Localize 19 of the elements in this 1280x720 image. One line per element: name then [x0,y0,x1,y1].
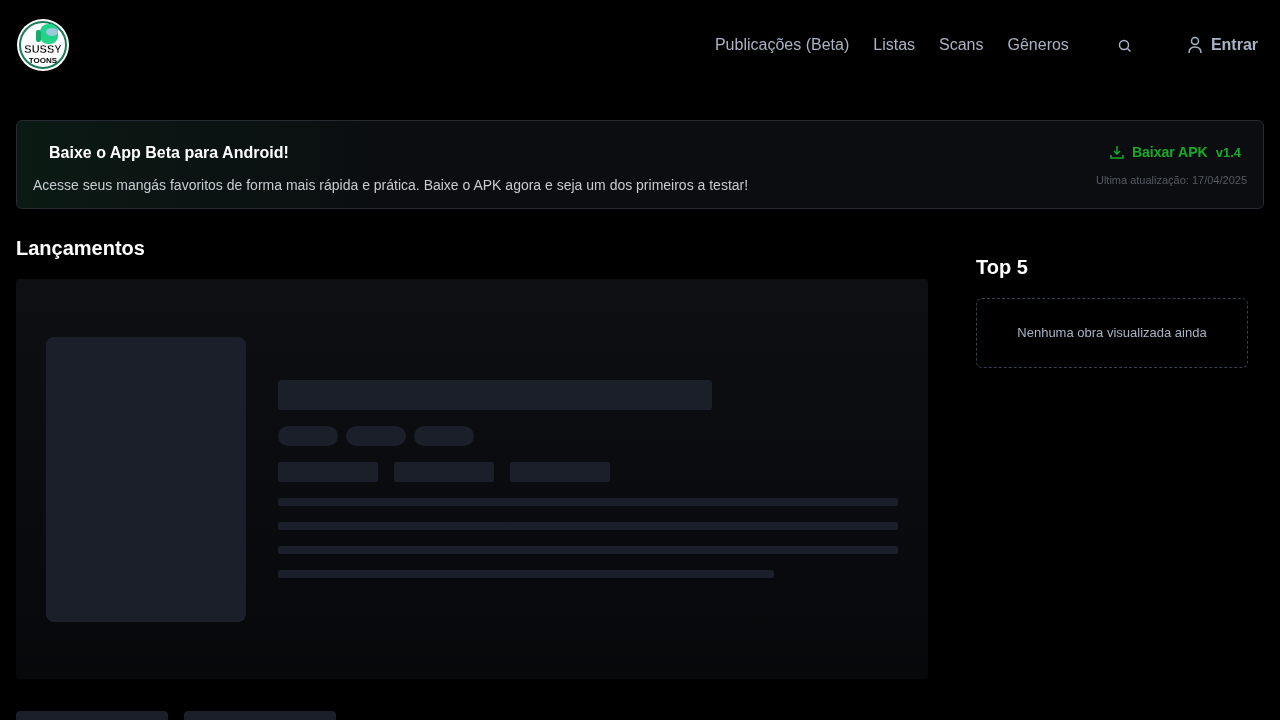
download-button[interactable]: Baixar APK v1.4 [1103,140,1247,164]
section-title: Top 5 [976,255,1029,280]
empty-message: Nenhuma obra visualizada ainda [1017,324,1207,343]
tag-skeleton [414,426,474,446]
logo[interactable]: SUSSY TOONS [16,18,70,72]
update-date: Ultima atualização: 17/04/2025 [1095,172,1247,188]
nav-link[interactable]: Scans [939,33,984,57]
nav-link[interactable]: Listas [873,33,916,57]
banner-text: Acesse seus mangás favoritos de forma mais rápida e prática. Baixe o APK agora e seja um dos primeiros a testar! [33,176,749,195]
nav-link[interactable]: Gêneros [1007,33,1069,57]
nav-link[interactable]: Publicações (Beta) [714,33,850,57]
section-title: Lançamentos [16,236,146,261]
tag-skeleton [278,426,338,446]
user-icon [1186,36,1203,54]
tag-skeleton [346,426,406,446]
search-icon[interactable] [1116,37,1133,54]
download-icon [1109,145,1124,160]
login-button[interactable]: Entrar [1180,32,1264,58]
banner-title: Baixe o App Beta para Android! [48,143,290,163]
